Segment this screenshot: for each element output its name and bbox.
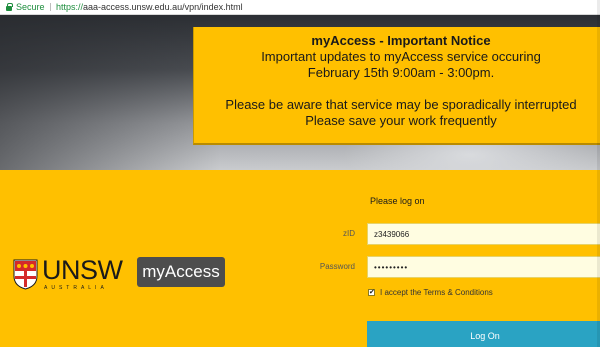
important-notice: myAccess - Important Notice Important up…	[193, 27, 600, 145]
url-text[interactable]: https://aaa-access.unsw.edu.au/vpn/index…	[56, 0, 243, 14]
terms-checkbox[interactable]: ✔	[368, 289, 375, 296]
notice-line-4: Please save your work frequently	[305, 113, 497, 128]
zid-input[interactable]	[367, 223, 600, 245]
url-scheme: https://	[56, 2, 84, 12]
log-on-button[interactable]: Log On	[367, 321, 600, 347]
url-path: aaa-access.unsw.edu.au/vpn/index.html	[83, 2, 243, 12]
address-separator	[50, 3, 51, 11]
password-label: Password	[319, 262, 355, 271]
unsw-wordmark: UNSW	[42, 255, 123, 285]
myaccess-logo: myAccess	[137, 257, 225, 287]
notice-title: myAccess - Important Notice	[311, 33, 491, 48]
unsw-country: AUSTRALIA	[44, 285, 108, 291]
notice-gap	[194, 81, 600, 97]
lock-icon	[6, 3, 13, 11]
zid-label: zID	[343, 229, 355, 238]
notice-line-3: Please be aware that service may be spor…	[225, 97, 577, 112]
notice-line-1: Important updates to myAccess service oc…	[261, 49, 541, 64]
secure-label: Secure	[16, 2, 45, 12]
browser-window: Secure https://aaa-access.unsw.edu.au/vp…	[0, 0, 600, 347]
unsw-crest-icon	[13, 259, 38, 290]
address-bar[interactable]: Secure https://aaa-access.unsw.edu.au/vp…	[0, 0, 600, 15]
password-input[interactable]	[367, 256, 600, 278]
login-title: Please log on	[370, 196, 425, 206]
terms-label[interactable]: I accept the Terms & Conditions	[380, 288, 493, 297]
notice-line-2: February 15th 9:00am - 3:00pm.	[307, 65, 495, 80]
